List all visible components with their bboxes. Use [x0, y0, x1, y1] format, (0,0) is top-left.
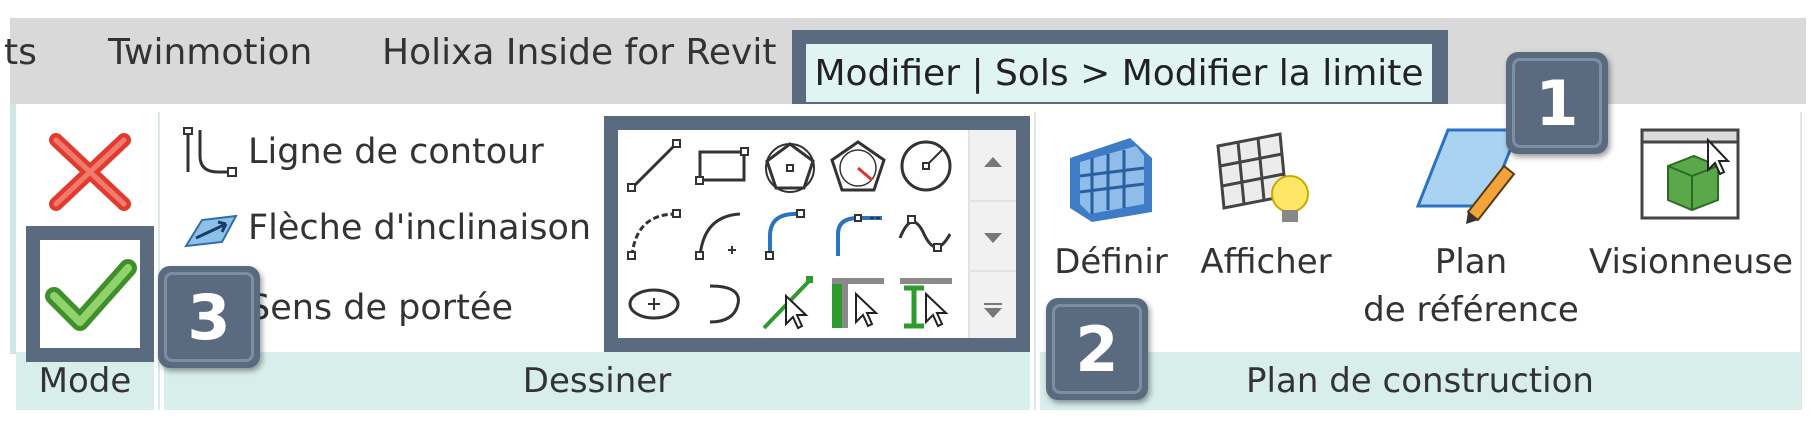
- start-end-arc-icon: [627, 209, 681, 260]
- viewer-button[interactable]: Visionneuse: [1586, 124, 1796, 350]
- tab-modifier-sols[interactable]: Modifier | Sols > Modifier la limite: [806, 44, 1432, 102]
- tab-holixa[interactable]: Holixa Inside for Revit: [382, 32, 776, 73]
- circumscribed-polygon-icon: [830, 140, 886, 192]
- pick-supports-icon: [900, 278, 952, 329]
- callout-number: 1: [1535, 66, 1579, 140]
- pick-walls-icon: [832, 278, 884, 328]
- gallery-expand[interactable]: [982, 300, 1004, 324]
- slope-arrow-label: Flèche d'inclinaison: [248, 208, 592, 248]
- show-workplane-label: Afficher: [1200, 242, 1332, 282]
- boundary-line-label: Ligne de contour: [248, 132, 544, 172]
- ellipse-icon: [628, 288, 680, 320]
- rectangle-icon: [695, 147, 749, 185]
- pick-walls-tool[interactable]: [828, 272, 888, 332]
- callout-2-frame: [604, 116, 1030, 352]
- fillet-arc-icon: [836, 214, 882, 256]
- boundary-line-icon: [183, 127, 237, 177]
- panel-separator: [1034, 112, 1036, 410]
- fillet-arc-tool[interactable]: [828, 204, 888, 264]
- panel-title-dessiner: Dessiner: [164, 352, 1030, 410]
- pick-supports-tool[interactable]: [896, 272, 956, 332]
- expand-gallery-icon: [984, 303, 1002, 318]
- set-workplane-icon: [1070, 138, 1152, 222]
- show-workplane-icon: [1216, 132, 1309, 222]
- spline-tool[interactable]: [896, 204, 956, 264]
- center-end-arc-tool[interactable]: [692, 204, 752, 264]
- inscribed-polygon-tool[interactable]: [760, 136, 820, 196]
- inscribed-polygon-icon: [765, 142, 815, 193]
- line-tool[interactable]: [624, 136, 684, 196]
- panel-separator: [158, 112, 160, 410]
- callout-3-frame: [26, 226, 154, 362]
- partial-ellipse-icon: [709, 284, 740, 324]
- set-workplane-label: Définir: [1054, 242, 1168, 282]
- active-tab-highlight-frame: Modifier | Sols > Modifier la limite: [792, 30, 1448, 114]
- pick-lines-tool[interactable]: [760, 272, 820, 332]
- cancel-edit-mode-button[interactable]: [46, 130, 134, 214]
- tab-partial[interactable]: ts: [4, 32, 37, 73]
- slope-arrow-icon: [184, 214, 238, 248]
- callout-badge-1: 1: [1506, 52, 1608, 154]
- viewer-icon: [1640, 128, 1740, 220]
- viewer-label: Visionneuse: [1588, 242, 1794, 282]
- scroll-divider: [970, 270, 1016, 272]
- line-icon: [627, 139, 681, 192]
- circle-icon: [900, 140, 952, 192]
- span-direction-label: Sens de portée: [248, 288, 513, 328]
- scroll-divider: [970, 200, 1016, 202]
- start-end-arc-tool[interactable]: [624, 204, 684, 264]
- green-check-icon: [45, 259, 137, 331]
- reference-plane-label-line1: Plan: [1434, 242, 1508, 282]
- reference-plane-button[interactable]: Plan de référence: [1356, 124, 1586, 350]
- pick-lines-icon: [762, 276, 813, 330]
- partial-ellipse-tool[interactable]: [692, 272, 752, 332]
- gallery-scroll-down[interactable]: [982, 230, 1004, 249]
- gallery-scroll-up[interactable]: [982, 154, 1004, 173]
- show-workplane-button[interactable]: Afficher: [1186, 124, 1346, 350]
- ellipse-tool[interactable]: [624, 272, 684, 332]
- rectangle-tool[interactable]: [692, 136, 752, 196]
- gallery-scrollbar[interactable]: [968, 130, 1016, 338]
- boundary-line-command[interactable]: Ligne de contour: [182, 126, 544, 178]
- panel-title-plan-construction: Plan de construction: [1040, 352, 1800, 410]
- spline-icon: [898, 215, 952, 252]
- red-x-icon: [49, 133, 131, 211]
- callout-badge-3: 3: [158, 266, 260, 368]
- circle-tool[interactable]: [896, 136, 956, 196]
- tangent-arc-tool[interactable]: [760, 204, 820, 264]
- draw-tools-gallery: [618, 130, 1016, 338]
- panel-separator: [1800, 112, 1802, 410]
- finish-edit-mode-button[interactable]: [40, 240, 140, 348]
- callout-number: 3: [187, 280, 231, 354]
- circumscribed-polygon-tool[interactable]: [828, 136, 888, 196]
- slope-arrow-command[interactable]: Flèche d'inclinaison: [182, 202, 591, 254]
- reference-plane-label-line2: de référence: [1363, 290, 1579, 330]
- center-end-arc-icon: [695, 212, 741, 260]
- triangle-up-icon: [984, 157, 1002, 167]
- callout-badge-2: 2: [1046, 298, 1148, 400]
- tab-twinmotion[interactable]: Twinmotion: [108, 32, 312, 73]
- callout-number: 2: [1075, 312, 1119, 386]
- tangent-arc-icon: [765, 209, 805, 260]
- triangle-down-icon: [984, 233, 1002, 243]
